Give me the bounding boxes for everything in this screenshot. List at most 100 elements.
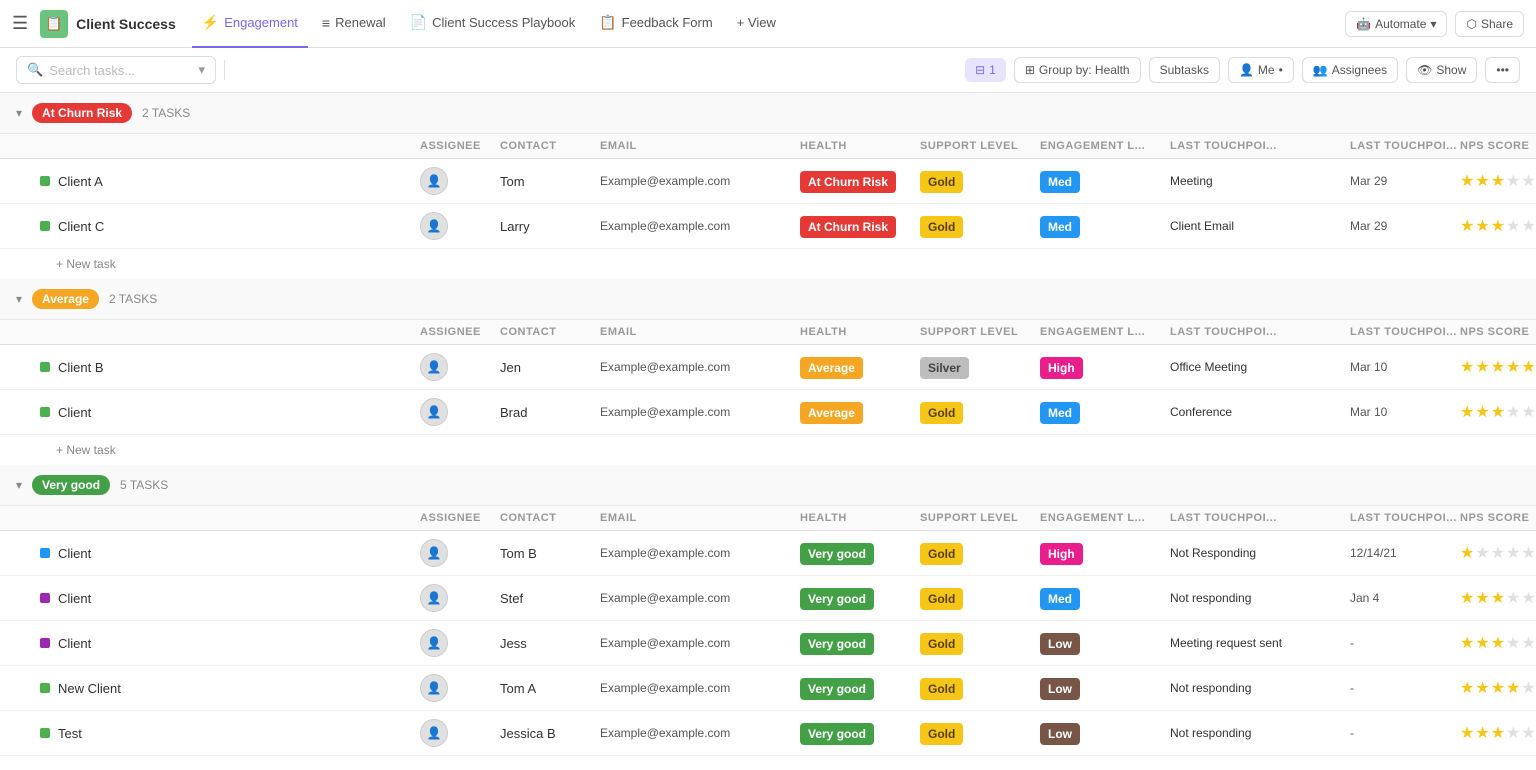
star-filled-icon: ★ <box>1475 588 1489 608</box>
engagement-badge: High <box>1040 543 1083 565</box>
star-empty-icon: ★ <box>1506 171 1520 191</box>
avatar[interactable]: 👤 <box>420 629 448 657</box>
assignee-cell: 👤 <box>420 398 500 426</box>
tab-add-view[interactable]: + View <box>727 0 786 48</box>
health-badge: Very good <box>800 678 874 700</box>
avatar[interactable]: 👤 <box>420 398 448 426</box>
table-row[interactable]: Client 👤 Brad Example@example.com Averag… <box>0 390 1536 435</box>
task-dot-icon <box>40 548 50 558</box>
engagement-cell: Med <box>1040 405 1170 420</box>
star-filled-icon: ★ <box>1475 633 1489 653</box>
group-toggle-churn[interactable]: ▾ <box>16 106 22 120</box>
tab-renewal[interactable]: ≡ Renewal <box>312 0 396 48</box>
task-name: Client <box>40 546 420 561</box>
support-cell: Gold <box>920 591 1040 606</box>
engagement-cell: Low <box>1040 726 1170 741</box>
avatar[interactable]: 👤 <box>420 167 448 195</box>
contact-cell: Jen <box>500 360 600 375</box>
nps-stars: ★★★★★ <box>1460 357 1536 377</box>
avatar[interactable]: 👤 <box>420 719 448 747</box>
avatar[interactable]: 👤 <box>420 674 448 702</box>
playbook-tab-icon: 📄 <box>410 14 427 31</box>
touchpoint2-cell: Jan 4 <box>1350 591 1460 605</box>
group-by-button[interactable]: ⊞ Group by: Health <box>1014 57 1141 83</box>
share-button[interactable]: ⬡ Share <box>1455 11 1524 37</box>
tab-engagement[interactable]: ⚡ Engagement <box>192 0 308 48</box>
health-cell: Very good <box>800 636 920 651</box>
col-header-5: ENGAGEMENT L... <box>1040 140 1170 152</box>
star-filled-icon: ★ <box>1506 678 1520 698</box>
nps-stars: ★★★★★ <box>1460 588 1536 608</box>
task-label: Client <box>58 591 91 606</box>
more-options-button[interactable]: ••• <box>1485 57 1520 83</box>
nps-stars: ★★★★★ <box>1460 216 1536 236</box>
table-row[interactable]: Test 👤 Jessica B Example@example.com Ver… <box>0 711 1536 756</box>
avatar[interactable]: 👤 <box>420 212 448 240</box>
col-header-3: HEALTH <box>800 140 920 152</box>
avatar[interactable]: 👤 <box>420 584 448 612</box>
avatar[interactable]: 👤 <box>420 539 448 567</box>
table-row[interactable]: Client 👤 Jess Example@example.com Very g… <box>0 621 1536 666</box>
group-header-average: ▾ Average 2 TASKS <box>0 279 1536 320</box>
assignees-button[interactable]: 👥 Assignees <box>1302 57 1398 83</box>
toolbar-separator <box>224 60 225 80</box>
star-filled-icon: ★ <box>1475 171 1489 191</box>
table-row[interactable]: Client 👤 Stef Example@example.com Very g… <box>0 576 1536 621</box>
star-filled-icon: ★ <box>1491 216 1505 236</box>
me-dot-icon: • <box>1279 63 1283 77</box>
support-cell: Gold <box>920 546 1040 561</box>
engagement-badge: Med <box>1040 402 1080 424</box>
table-row[interactable]: Client C 👤 Larry Example@example.com At … <box>0 204 1536 249</box>
show-button[interactable]: 👁 Show <box>1406 57 1477 83</box>
col-header-1: CONTACT <box>500 512 600 524</box>
group-section-average: ▾ Average 2 TASKS ASSIGNEECONTACTEMAILHE… <box>0 279 1536 465</box>
group-toggle-verygood[interactable]: ▾ <box>16 478 22 492</box>
tab-feedback[interactable]: 📋 Feedback Form <box>589 0 722 48</box>
me-button[interactable]: 👤 Me • <box>1228 57 1294 83</box>
new-task-button[interactable]: + New task <box>0 435 1536 465</box>
me-icon: 👤 <box>1239 63 1254 77</box>
avatar[interactable]: 👤 <box>420 353 448 381</box>
assignee-cell: 👤 <box>420 719 500 747</box>
task-dot-icon <box>40 593 50 603</box>
contact-cell: Jess <box>500 636 600 651</box>
touchpoint2-cell: Mar 10 <box>1350 360 1460 374</box>
automate-button[interactable]: 🤖 Automate ▾ <box>1345 11 1447 37</box>
contact-cell: Tom A <box>500 681 600 696</box>
col-header-6: LAST TOUCHPOI... <box>1170 140 1350 152</box>
col-headers-average: ASSIGNEECONTACTEMAILHEALTHSUPPORT LEVELE… <box>0 320 1536 345</box>
col-header-7: LAST TOUCHPOI... <box>1350 512 1460 524</box>
task-name: New Client <box>40 681 420 696</box>
search-box[interactable]: 🔍 Search tasks... ▾ <box>16 56 216 84</box>
support-badge: Gold <box>920 216 963 238</box>
star-filled-icon: ★ <box>1475 723 1489 743</box>
table-row[interactable]: Client 👤 Tom B Example@example.com Very … <box>0 531 1536 576</box>
col-header-7: LAST TOUCHPOI... <box>1350 140 1460 152</box>
table-row[interactable]: New Client 👤 Tom A Example@example.com V… <box>0 666 1536 711</box>
star-empty-icon: ★ <box>1506 633 1520 653</box>
health-cell: Very good <box>800 726 920 741</box>
app-title: Client Success <box>76 16 176 32</box>
assignee-cell: 👤 <box>420 539 500 567</box>
new-task-button[interactable]: + New task <box>0 756 1536 763</box>
group-header-churn: ▾ At Churn Risk 2 TASKS <box>0 93 1536 134</box>
table-row[interactable]: Client B 👤 Jen Example@example.com Avera… <box>0 345 1536 390</box>
email-cell: Example@example.com <box>600 636 800 650</box>
ellipsis-icon: ••• <box>1496 63 1509 77</box>
hamburger-icon[interactable]: ☰ <box>12 13 28 34</box>
subtasks-button[interactable]: Subtasks <box>1149 57 1220 83</box>
table-row[interactable]: Client A 👤 Tom Example@example.com At Ch… <box>0 159 1536 204</box>
new-task-button[interactable]: + New task <box>0 249 1536 279</box>
col-header-0: ASSIGNEE <box>420 326 500 338</box>
tab-playbook[interactable]: 📄 Client Success Playbook <box>400 0 586 48</box>
col-headers-churn: ASSIGNEECONTACTEMAILHEALTHSUPPORT LEVELE… <box>0 134 1536 159</box>
task-name: Client A <box>40 174 420 189</box>
filter-button[interactable]: ⊟ 1 <box>965 58 1006 82</box>
col-header-2: EMAIL <box>600 326 800 338</box>
group-toggle-average[interactable]: ▾ <box>16 292 22 306</box>
support-badge: Gold <box>920 171 963 193</box>
assignee-cell: 👤 <box>420 167 500 195</box>
toolbar-right: ⊟ 1 ⊞ Group by: Health Subtasks 👤 Me • 👥… <box>965 57 1520 83</box>
task-name: Client B <box>40 360 420 375</box>
star-filled-icon: ★ <box>1521 357 1535 377</box>
